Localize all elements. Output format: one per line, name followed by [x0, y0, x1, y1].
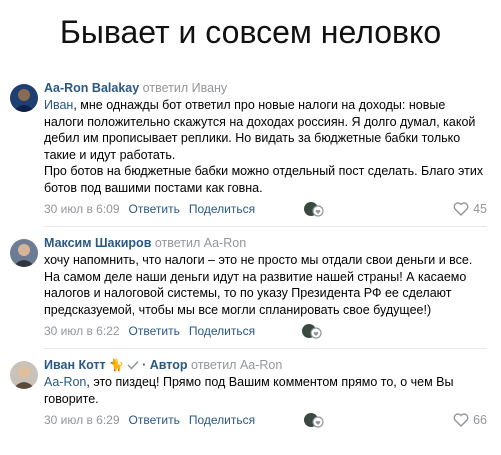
comment-date[interactable]: 30 июл в 6:22 [44, 324, 120, 338]
avatar[interactable] [10, 84, 38, 112]
comment-actions: 30 июл в 6:22 Ответить Поделиться [44, 320, 487, 342]
comment-text: Aa-Ron, это пиздец! Прямо под Вашим комм… [44, 374, 487, 407]
reply-button[interactable]: Ответить [129, 324, 180, 338]
post-title: Бывает и совсем неловко [59, 13, 442, 50]
comment: Иван Котт 🐈 · Автор ответил Aa-Ron Aa-Ro… [0, 357, 501, 431]
heart-icon [453, 413, 469, 427]
comment-text: хочу напомнить, что налоги – это не прос… [44, 253, 473, 317]
reply-button[interactable]: Ответить [129, 202, 180, 216]
share-button[interactable]: Поделиться [189, 413, 255, 427]
like-button[interactable]: 66 [453, 413, 487, 427]
replied-to[interactable]: ответил Ивану [143, 81, 228, 95]
heart-icon [453, 202, 469, 216]
comment-body: , мне однажды бот ответил про новые нало… [44, 98, 484, 195]
author-name[interactable]: Максим Шакиров [44, 236, 151, 250]
replied-to[interactable]: ответил Aa-Ron [191, 358, 282, 372]
replied-to[interactable]: ответил Aa-Ron [155, 236, 246, 250]
avatar[interactable] [10, 239, 38, 267]
comment-header: Максим Шакиров ответил Aa-Ron [44, 235, 487, 251]
comment-actions: 30 июл в 6:09 Ответить Поделиться 45 [44, 198, 487, 220]
comment: Aa-Ron Balakay ответил Ивану Иван, мне о… [0, 80, 501, 220]
cat-emoji-icon: 🐈 [109, 358, 125, 372]
comment-header: Aa-Ron Balakay ответил Ивану [44, 80, 487, 96]
avatar[interactable] [10, 361, 38, 389]
author-name[interactable]: Иван Котт [44, 358, 106, 372]
comment: Максим Шакиров ответил Aa-Ron хочу напом… [0, 235, 501, 342]
mention-link[interactable]: Иван [44, 98, 73, 112]
mention-link[interactable]: Aa-Ron [44, 375, 86, 389]
author-name[interactable]: Aa-Ron Balakay [44, 81, 139, 95]
like-count: 45 [473, 202, 487, 216]
divider [44, 226, 487, 227]
reaction-icon[interactable] [303, 411, 325, 429]
divider [44, 348, 487, 349]
comment-body: , это пиздец! Прямо под Вашим комментом … [44, 375, 454, 406]
comment-date[interactable]: 30 июл в 6:29 [44, 413, 120, 427]
reply-button[interactable]: Ответить [129, 413, 180, 427]
comment-date[interactable]: 30 июл в 6:09 [44, 202, 120, 216]
share-button[interactable]: Поделиться [189, 324, 255, 338]
author-badges: 🐈 · Автор [109, 357, 187, 373]
like-button[interactable]: 45 [453, 202, 487, 216]
comment-header: Иван Котт 🐈 · Автор ответил Aa-Ron [44, 357, 487, 373]
author-badge: · Автор [142, 358, 188, 372]
like-count: 66 [473, 413, 487, 427]
comment-actions: 30 июл в 6:29 Ответить Поделиться 66 [44, 409, 487, 431]
reaction-icon[interactable] [303, 200, 325, 218]
verified-check-icon [127, 360, 139, 370]
comment-text: Иван, мне однажды бот ответил про новые … [44, 97, 487, 196]
share-button[interactable]: Поделиться [189, 202, 255, 216]
reaction-icon[interactable] [301, 322, 323, 340]
